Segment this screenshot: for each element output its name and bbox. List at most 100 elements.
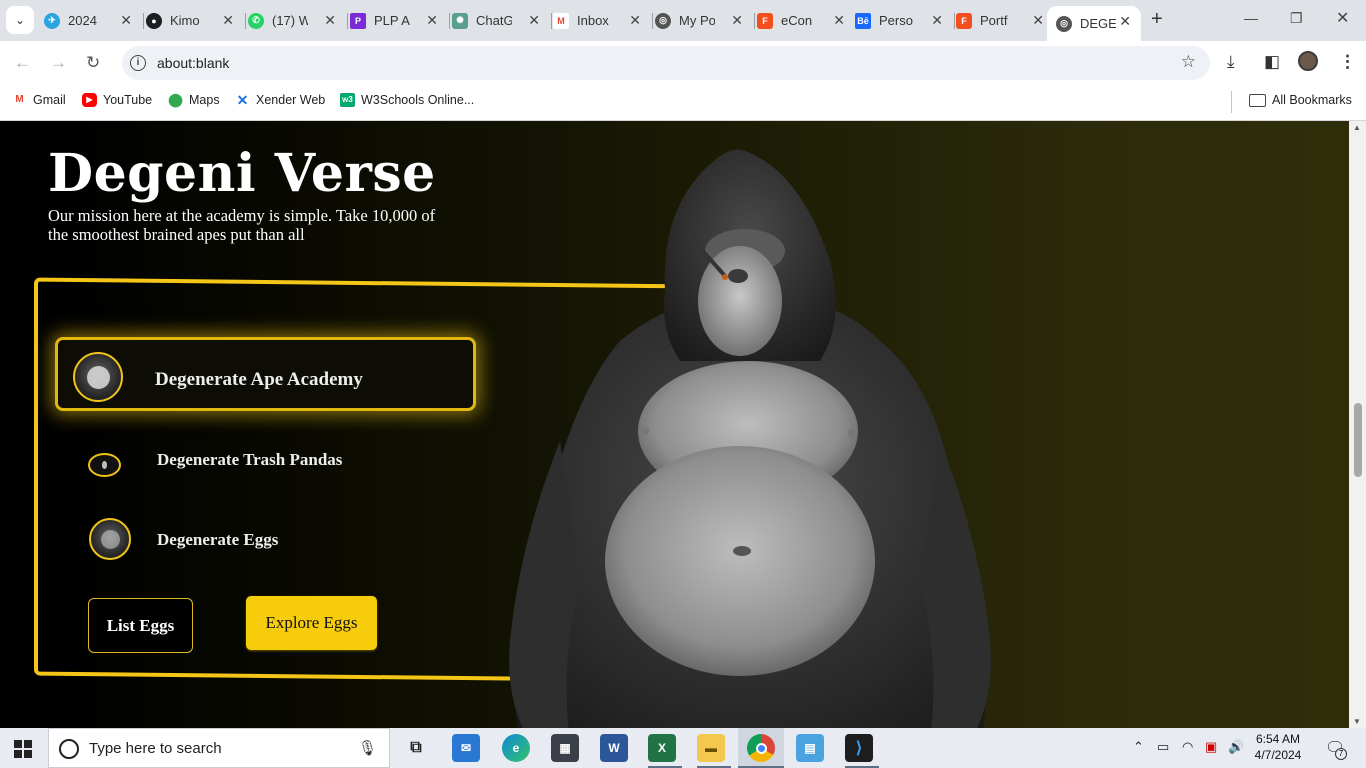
tab-title: Kimo bbox=[170, 13, 200, 28]
close-icon[interactable]: ✕ bbox=[120, 12, 132, 29]
tab-behance[interactable]: Bē Perso ✕ bbox=[855, 7, 955, 34]
ape-academy-avatar-icon bbox=[73, 352, 123, 402]
xender-icon: ✕ bbox=[236, 92, 249, 108]
download-icon[interactable]: ⤓ bbox=[1227, 52, 1235, 72]
scroll-down-arrow-icon[interactable]: ▼ bbox=[1353, 717, 1361, 726]
word-app-icon[interactable]: W bbox=[600, 734, 628, 762]
bookmark-gmail[interactable]: M Gmail bbox=[12, 93, 66, 107]
tab-chatgpt[interactable]: ✺ ChatG ✕ bbox=[452, 7, 552, 34]
info-icon[interactable]: i bbox=[130, 55, 146, 71]
back-button[interactable]: ← bbox=[14, 53, 31, 73]
new-tab-button[interactable]: + bbox=[1151, 8, 1163, 31]
maps-pin-icon: ⬤ bbox=[168, 92, 183, 107]
chrome-browser-icon[interactable] bbox=[747, 734, 775, 762]
bookmark-w3schools[interactable]: w3 W3Schools Online... bbox=[340, 93, 474, 107]
close-icon[interactable]: ✕ bbox=[426, 12, 438, 29]
profile-avatar[interactable] bbox=[1298, 51, 1318, 71]
collection-label-eggs[interactable]: Degenerate Eggs bbox=[157, 530, 278, 550]
tab-whatsapp[interactable]: ✆ (17) W ✕ bbox=[248, 7, 348, 34]
explore-eggs-button[interactable]: Explore Eggs bbox=[246, 596, 377, 650]
tab-gmail[interactable]: M Inbox ✕ bbox=[553, 7, 653, 34]
tab-telegram[interactable]: ✈ 2024 ✕ bbox=[44, 7, 144, 34]
wifi-icon[interactable]: ◠ bbox=[1182, 739, 1193, 755]
close-icon[interactable]: ✕ bbox=[1119, 13, 1131, 30]
battery-icon[interactable]: ▭ bbox=[1157, 739, 1169, 755]
side-panel-icon[interactable]: ◧ bbox=[1264, 52, 1280, 72]
control-panel-icon[interactable]: ▤ bbox=[796, 734, 824, 762]
gorilla-illustration bbox=[509, 149, 991, 728]
all-bookmarks[interactable]: All Bookmarks bbox=[1249, 93, 1352, 107]
github-icon: ● bbox=[146, 12, 162, 29]
menu-kebab-icon[interactable]: ⋮ bbox=[1339, 52, 1356, 72]
reload-button[interactable]: ↻ bbox=[86, 53, 100, 73]
forward-button[interactable]: → bbox=[50, 53, 67, 73]
restore-button[interactable]: ❐ bbox=[1290, 10, 1303, 27]
tab-strip: ⌄ ✈ 2024 ✕ ● Kimo ✕ ✆ (17) W ✕ P PLP A ✕… bbox=[0, 0, 1366, 41]
telegram-icon: ✈ bbox=[44, 12, 60, 29]
search-icon bbox=[59, 739, 79, 759]
minimize-button[interactable]: — bbox=[1244, 10, 1258, 26]
page-viewport: Degeni Verse Our mission here at the aca… bbox=[0, 121, 1349, 728]
hero-description: Our mission here at the academy is simpl… bbox=[48, 206, 436, 244]
eggs-avatar-icon bbox=[89, 518, 131, 560]
bookmark-label: Gmail bbox=[33, 93, 66, 107]
tab-plp[interactable]: P PLP A ✕ bbox=[350, 7, 450, 34]
figma-icon: F bbox=[757, 12, 773, 29]
tab-degeni-active[interactable]: ◎ DEGE ✕ bbox=[1047, 6, 1141, 41]
collection-label-ape-academy[interactable]: Degenerate Ape Academy bbox=[155, 369, 363, 391]
scrollbar-thumb[interactable] bbox=[1354, 403, 1362, 477]
gmail-icon: M bbox=[553, 12, 569, 29]
taskbar-search[interactable]: Type here to search 🎙 bbox=[48, 728, 390, 768]
bookmarks-divider bbox=[1231, 91, 1232, 113]
tab-my-portfolio[interactable]: ◎ My Po ✕ bbox=[655, 7, 755, 34]
close-icon[interactable]: ✕ bbox=[931, 12, 943, 29]
security-icon[interactable]: ▣ bbox=[1205, 739, 1217, 755]
chevron-down-icon: ⌄ bbox=[14, 13, 26, 27]
search-placeholder: Type here to search bbox=[89, 740, 222, 757]
excel-chart-app-icon[interactable]: X bbox=[648, 734, 676, 762]
page-scrollbar[interactable]: ▲ ▼ bbox=[1349, 121, 1366, 728]
behance-icon: Bē bbox=[855, 12, 871, 29]
tab-figma-econ[interactable]: F eCon ✕ bbox=[757, 7, 857, 34]
task-view-icon[interactable]: ⧉ bbox=[402, 734, 430, 762]
collection-label-trash-pandas[interactable]: Degenerate Trash Pandas bbox=[157, 450, 342, 470]
tab-title: Inbox bbox=[577, 13, 609, 28]
close-icon[interactable]: ✕ bbox=[731, 12, 743, 29]
close-icon[interactable]: ✕ bbox=[1032, 12, 1044, 29]
close-icon[interactable]: ✕ bbox=[833, 12, 845, 29]
tab-title: (17) W bbox=[272, 13, 308, 28]
list-eggs-button[interactable]: List Eggs bbox=[88, 598, 193, 653]
globe-icon: ◎ bbox=[1056, 15, 1072, 32]
scroll-up-arrow-icon[interactable]: ▲ bbox=[1353, 123, 1361, 132]
system-clock[interactable]: 6:54 AM 4/7/2024 bbox=[1248, 731, 1308, 763]
tab-figma-portfolio[interactable]: F Portf ✕ bbox=[956, 7, 1056, 34]
bookmark-star-icon[interactable]: ☆ bbox=[1181, 52, 1196, 72]
edge-browser-icon[interactable]: e bbox=[502, 734, 530, 762]
microsoft-store-icon[interactable]: ▦ bbox=[551, 734, 579, 762]
close-icon[interactable]: ✕ bbox=[629, 12, 641, 29]
whatsapp-icon: ✆ bbox=[248, 12, 264, 29]
url-text[interactable]: about:blank bbox=[157, 55, 229, 71]
mail-app-icon[interactable]: ✉ bbox=[452, 734, 480, 762]
bookmark-youtube[interactable]: ▶ YouTube bbox=[82, 93, 152, 107]
tab-github[interactable]: ● Kimo ✕ bbox=[146, 7, 246, 34]
bookmark-xender[interactable]: ✕ Xender Web bbox=[235, 92, 326, 108]
windows-start-icon[interactable] bbox=[14, 740, 32, 758]
youtube-icon: ▶ bbox=[82, 93, 97, 107]
vscode-icon[interactable]: ⟩ bbox=[845, 734, 873, 762]
file-explorer-icon[interactable]: ▬ bbox=[697, 734, 725, 762]
plp-icon: P bbox=[350, 12, 366, 29]
show-hidden-icons-chevron-icon[interactable]: ⌃ bbox=[1133, 739, 1144, 755]
bookmark-label: YouTube bbox=[103, 93, 153, 107]
close-window-button[interactable]: ✕ bbox=[1336, 8, 1349, 28]
w3schools-icon: w3 bbox=[340, 93, 355, 107]
microphone-icon[interactable]: 🎙 bbox=[358, 739, 377, 757]
address-bar[interactable]: i about:blank ☆ bbox=[122, 46, 1210, 80]
volume-icon[interactable]: 🔊 bbox=[1228, 739, 1244, 755]
close-icon[interactable]: ✕ bbox=[324, 12, 336, 29]
tab-search-button[interactable]: ⌄ bbox=[6, 6, 34, 34]
close-icon[interactable]: ✕ bbox=[528, 12, 540, 29]
trash-pandas-avatar-icon bbox=[88, 453, 121, 477]
bookmark-maps[interactable]: ⬤ Maps bbox=[168, 92, 219, 108]
close-icon[interactable]: ✕ bbox=[222, 12, 234, 29]
